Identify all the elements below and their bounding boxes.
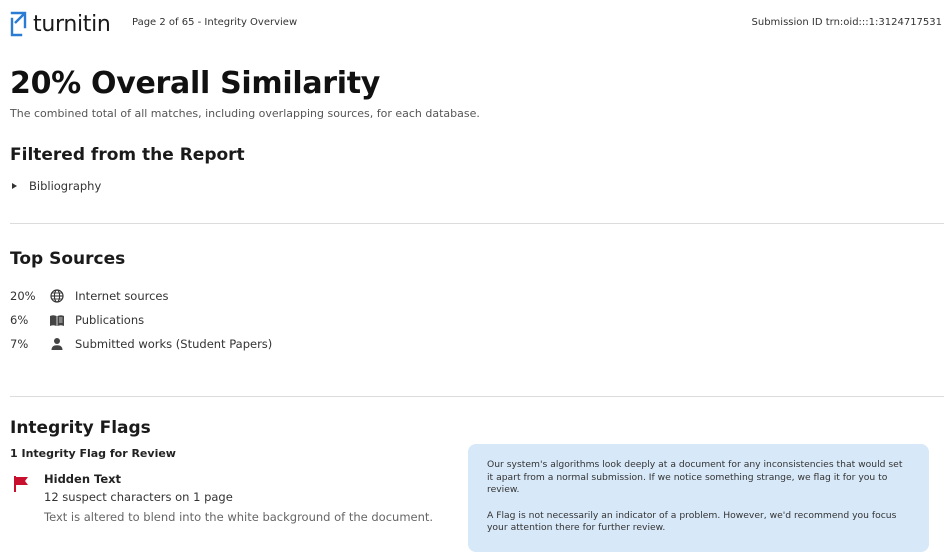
logo-text: turnitin: [33, 11, 111, 37]
source-row-publications: 6% Publications: [10, 312, 144, 328]
source-label: Submitted works (Student Papers): [75, 337, 273, 351]
source-percent: 20%: [10, 289, 36, 303]
source-label: Internet sources: [75, 289, 169, 303]
flag-info-box: Our system's algorithms look deeply at a…: [468, 444, 929, 552]
globe-icon: [49, 288, 65, 304]
page-title: 20% Overall Similarity: [10, 66, 381, 101]
turnitin-logo-mark-icon: [10, 11, 27, 37]
submission-id: Submission ID trn:oid:::1:3124717531: [751, 17, 942, 28]
section-divider: [10, 396, 944, 397]
info-paragraph: Our system's algorithms look deeply at a…: [487, 459, 903, 495]
flag-subtitle: 12 suspect characters on 1 page: [44, 490, 233, 504]
page-info: Page 2 of 65 - Integrity Overview: [132, 17, 298, 28]
source-percent: 7%: [10, 337, 29, 351]
filtered-item-label: Bibliography: [29, 179, 102, 193]
top-sources-heading: Top Sources: [10, 249, 126, 269]
info-paragraph: A Flag is not necessarily an indicator o…: [487, 509, 897, 534]
flag-title: Hidden Text: [44, 472, 122, 486]
caret-right-icon: [12, 183, 17, 189]
filtered-item-bibliography[interactable]: Bibliography: [12, 179, 101, 193]
source-percent: 6%: [10, 313, 29, 327]
integrity-flags-heading: Integrity Flags: [10, 418, 151, 438]
source-row-submitted-works: 7% Submitted works (Student Papers): [10, 336, 272, 352]
flag-icon: [14, 476, 28, 492]
page-subtitle: The combined total of all matches, inclu…: [10, 107, 480, 120]
flag-count: 1 Integrity Flag for Review: [10, 447, 176, 460]
section-divider: [10, 223, 944, 224]
filtered-heading: Filtered from the Report: [10, 145, 245, 165]
person-icon: [49, 336, 65, 352]
source-label: Publications: [75, 313, 145, 327]
source-row-internet: 20% Internet sources: [10, 288, 169, 304]
page-header: turnitin Page 2 of 65 - Integrity Overvi…: [0, 0, 946, 46]
flag-description: Text is altered to blend into the white …: [44, 510, 434, 524]
turnitin-logo: turnitin: [9, 10, 111, 38]
book-icon: [49, 312, 65, 328]
